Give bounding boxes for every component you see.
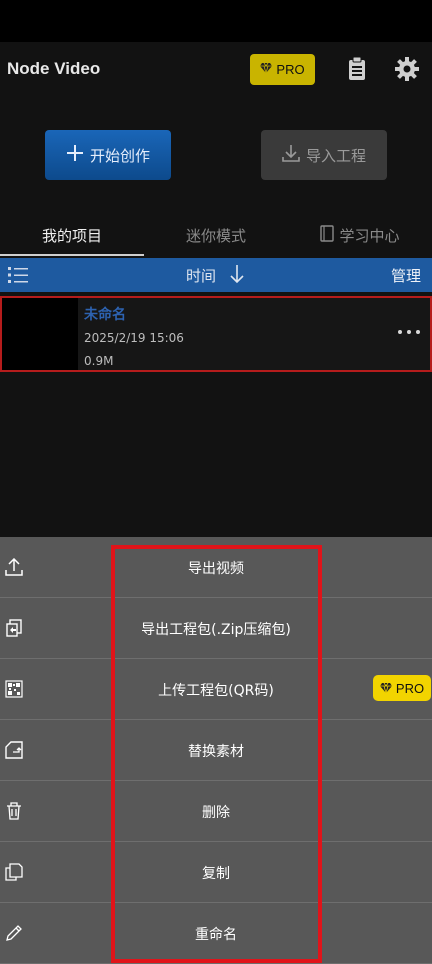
project-thumbnail[interactable] xyxy=(2,298,78,370)
import-project-label: 导入工程 xyxy=(305,146,366,165)
menu-item-upload-qr[interactable]: 上传工程包(QR码) PRO xyxy=(0,659,432,720)
more-options-icon[interactable] xyxy=(394,324,424,340)
export-package-icon xyxy=(5,619,23,637)
trash-icon xyxy=(5,802,23,820)
upload-icon xyxy=(5,557,23,576)
manage-button[interactable]: 管理 xyxy=(391,265,421,286)
menu-item-label: 删除 xyxy=(202,804,230,821)
top-bar: Node Video PRO xyxy=(0,42,432,98)
replace-icon xyxy=(5,741,23,759)
menu-item-replace-media[interactable]: 替换素材 xyxy=(0,720,432,781)
project-tabs: 我的项目 迷你模式 学习中心 xyxy=(0,214,432,256)
list-view-icon[interactable] xyxy=(8,266,30,284)
tab-learning-center[interactable]: 学习中心 xyxy=(288,214,432,256)
copy-icon xyxy=(5,863,23,881)
app-screen: Node Video PRO 开始创作 导入工程 我的项目 迷你模式 学习中心 … xyxy=(0,0,432,964)
project-size: 0.9M xyxy=(84,354,114,368)
app-title: Node Video xyxy=(7,59,101,78)
pro-upgrade-button[interactable]: PRO xyxy=(250,54,315,85)
tab-label: 学习中心 xyxy=(339,226,400,245)
menu-item-label: 导出视频 xyxy=(188,560,244,577)
tab-label: 我的项目 xyxy=(41,226,102,245)
menu-item-label: 导出工程包(.Zip压缩包) xyxy=(141,621,291,638)
pro-badge-label: PRO xyxy=(276,62,305,77)
menu-item-rename[interactable]: 重命名 xyxy=(0,903,432,964)
tab-label: 迷你模式 xyxy=(185,226,246,245)
diamond-icon xyxy=(260,62,273,76)
tab-my-projects[interactable]: 我的项目 xyxy=(0,214,144,256)
menu-item-delete[interactable]: 删除 xyxy=(0,781,432,842)
diamond-icon xyxy=(379,681,392,696)
tab-mini-mode[interactable]: 迷你模式 xyxy=(144,214,288,256)
pencil-icon xyxy=(5,924,23,942)
project-options-sheet: 导出视频 导出工程包(.Zip压缩包) 上传工程包(QR码) PRO 替换素材 … xyxy=(0,537,432,964)
menu-item-label: 重命名 xyxy=(195,926,237,943)
status-bar xyxy=(0,0,432,42)
menu-item-export-package[interactable]: 导出工程包(.Zip压缩包) xyxy=(0,598,432,659)
arrow-down-icon[interactable] xyxy=(228,263,246,285)
project-date: 2025/2/19 15:06 xyxy=(84,331,184,345)
pro-badge-label: PRO xyxy=(395,680,425,696)
project-name: 未命名 xyxy=(84,307,126,323)
menu-item-label: 复制 xyxy=(202,865,230,882)
download-icon xyxy=(282,144,300,166)
qr-code-icon xyxy=(5,680,23,698)
start-create-button[interactable]: 开始创作 xyxy=(45,130,171,180)
clipboard-icon[interactable] xyxy=(346,56,368,82)
pro-badge: PRO xyxy=(373,675,431,701)
import-project-button[interactable]: 导入工程 xyxy=(261,130,387,180)
start-create-label: 开始创作 xyxy=(89,146,150,165)
menu-item-label: 替换素材 xyxy=(188,743,244,760)
gear-icon[interactable] xyxy=(394,56,420,82)
menu-item-copy[interactable]: 复制 xyxy=(0,842,432,903)
sort-by-time[interactable]: 时间 xyxy=(186,265,216,286)
project-list-item[interactable]: 未命名 2025/2/19 15:06 0.9M xyxy=(0,296,432,372)
book-icon xyxy=(320,224,335,246)
plus-icon xyxy=(66,144,84,166)
sort-bar: 时间 管理 xyxy=(0,258,432,292)
menu-item-export-video[interactable]: 导出视频 xyxy=(0,537,432,598)
menu-item-label: 上传工程包(QR码) xyxy=(158,682,274,699)
